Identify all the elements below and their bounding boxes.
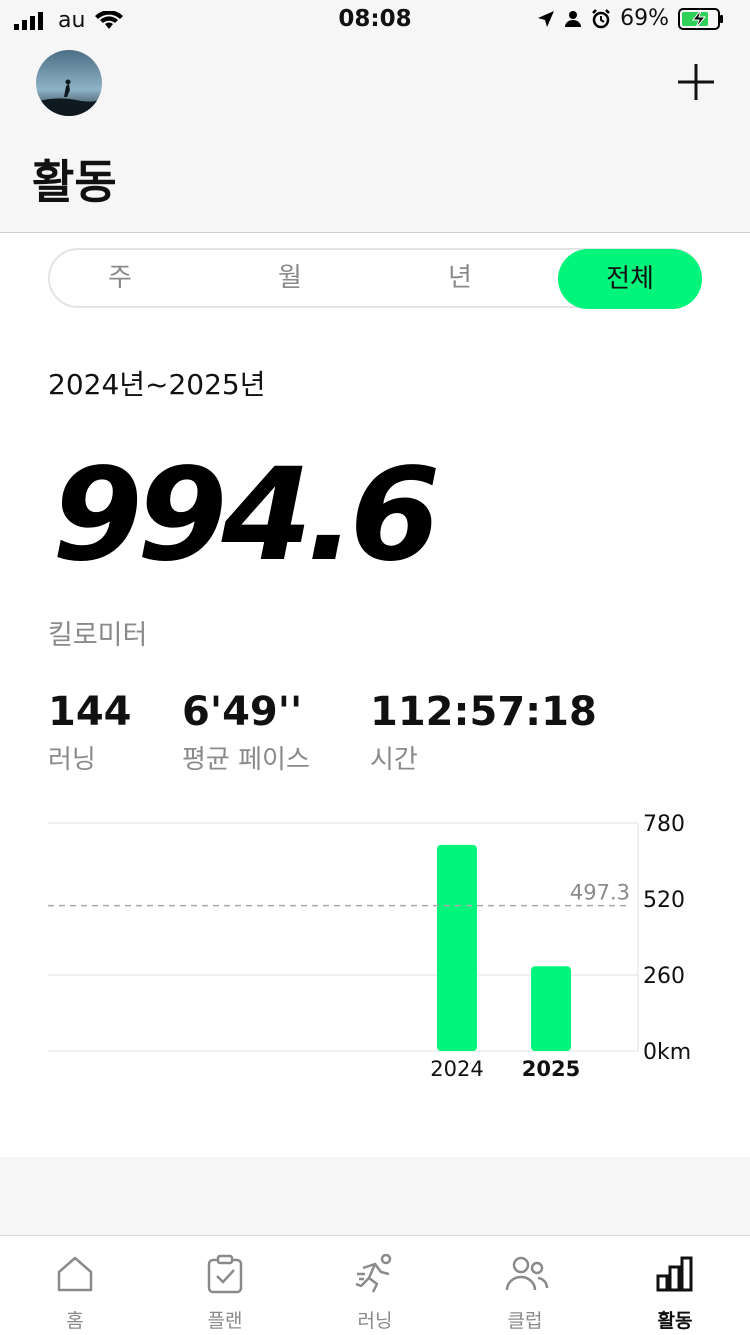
tab-month[interactable]: 월 xyxy=(220,250,360,306)
average-label: 497.3 xyxy=(570,881,630,905)
total-distance: 994.6 xyxy=(52,441,440,590)
tab-running[interactable]: 러닝 xyxy=(300,1236,450,1335)
y-tick-label: 780 xyxy=(643,813,685,837)
location-arrow-icon xyxy=(538,10,555,27)
runner-icon xyxy=(355,1254,392,1293)
plus-icon xyxy=(678,64,714,100)
status-right: 69% xyxy=(537,6,724,31)
y-tick-label: 520 xyxy=(643,888,685,913)
bar-2024 xyxy=(437,844,477,1051)
distance-unit: 킬로미터 xyxy=(48,620,148,651)
tab-club-label: 클럽 xyxy=(507,1310,543,1332)
tab-plan-label: 플랜 xyxy=(207,1310,243,1332)
runs-label: 러닝 xyxy=(48,745,96,775)
tab-club[interactable]: 클럽 xyxy=(450,1236,600,1335)
battery-percent: 69% xyxy=(620,6,669,31)
tab-activity[interactable]: 활동 xyxy=(600,1236,750,1335)
bar-2025 xyxy=(531,966,571,1051)
clipboard-check-icon xyxy=(207,1254,243,1294)
tab-bar: 홈 플랜 러닝 클럽 활동 xyxy=(0,1235,750,1335)
total-time-label: 시간 xyxy=(370,745,418,775)
y-tick-label: 260 xyxy=(643,964,685,989)
alarm-icon xyxy=(592,8,610,28)
person-icon xyxy=(565,10,582,27)
people-icon xyxy=(505,1256,549,1291)
tab-week[interactable]: 주 xyxy=(50,250,190,306)
average-pace: 6'49'' xyxy=(182,689,303,735)
header: 활동 xyxy=(0,42,750,233)
total-time: 112:57:18 xyxy=(370,689,597,735)
home-icon xyxy=(57,1256,93,1292)
main-content: 주 월 년 전체 2024년~2025년 994.6 킬로미터 144 러닝 6… xyxy=(0,233,750,1157)
avatar[interactable] xyxy=(36,50,102,116)
page-title: 활동 xyxy=(32,155,117,209)
y-tick-label: 0km xyxy=(643,1040,691,1065)
average-pace-label: 평균 페이스 xyxy=(182,745,310,775)
bottom-spacer xyxy=(0,1157,750,1235)
add-button[interactable] xyxy=(676,62,716,102)
status-bar: au 08:08 69% xyxy=(0,0,750,42)
tab-plan[interactable]: 플랜 xyxy=(150,1236,300,1335)
date-range: 2024년~2025년 xyxy=(48,368,266,401)
x-tick-label: 2025 xyxy=(522,1057,580,1081)
tab-home-label: 홈 xyxy=(66,1310,84,1332)
battery-charging-icon xyxy=(678,7,723,30)
tab-home[interactable]: 홈 xyxy=(0,1236,150,1335)
period-segmented-control: 주 월 년 전체 xyxy=(48,248,702,309)
tab-year[interactable]: 년 xyxy=(390,250,530,306)
yearly-distance-chart: 0km 260 520 780 2024 2025 497.3 xyxy=(48,813,691,1081)
tab-running-label: 러닝 xyxy=(357,1310,393,1332)
tab-activity-label: 활동 xyxy=(657,1310,693,1332)
runs-count: 144 xyxy=(48,689,132,735)
tab-all[interactable]: 전체 xyxy=(558,249,702,309)
x-tick-label: 2024 xyxy=(430,1057,483,1081)
bar-chart-icon xyxy=(656,1256,693,1292)
